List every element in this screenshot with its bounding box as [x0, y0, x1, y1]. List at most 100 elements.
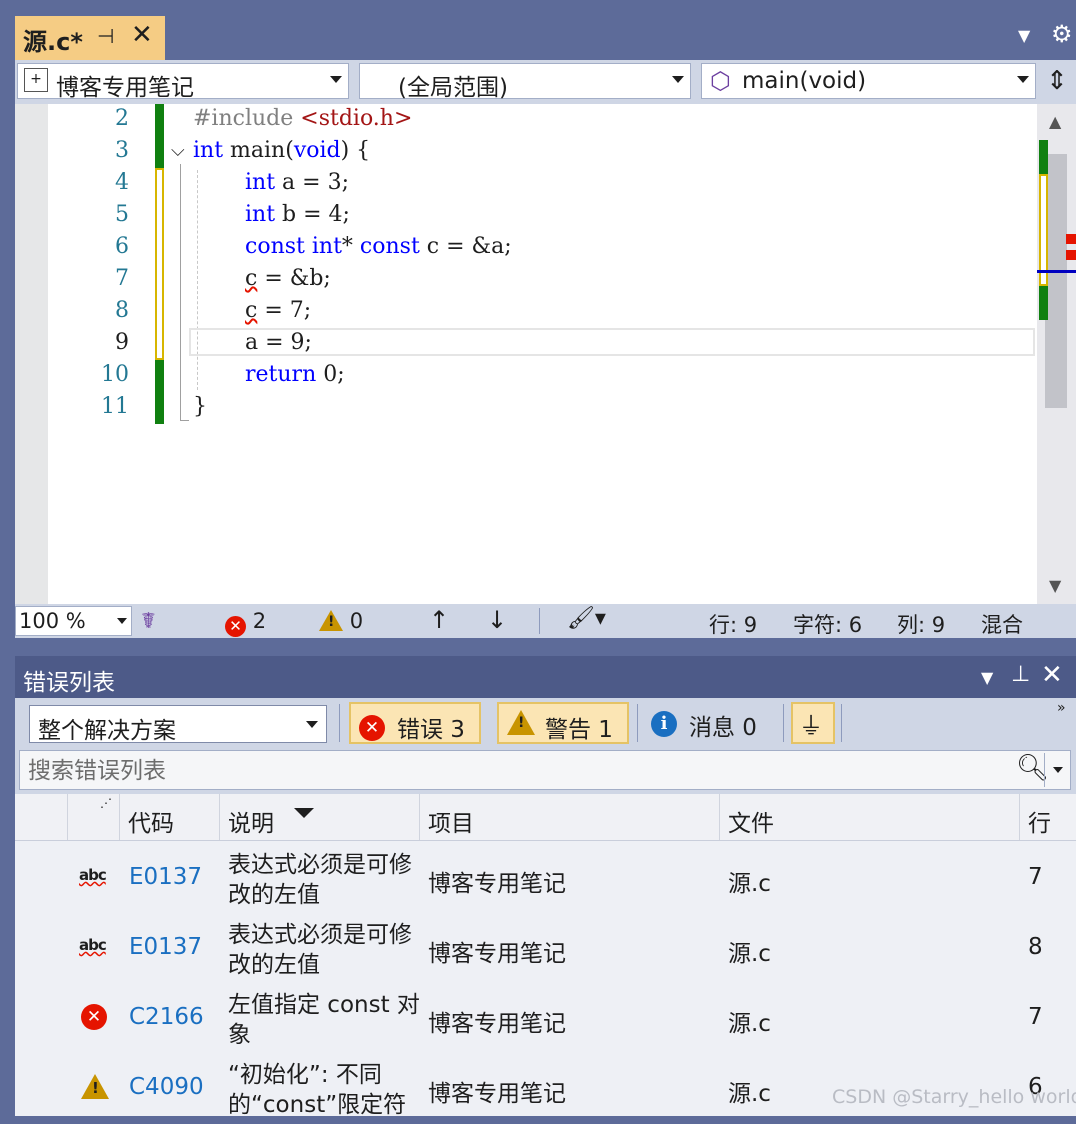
line-number: 6	[115, 234, 129, 259]
error-code-link[interactable]: E0137	[129, 934, 202, 960]
chevron-down-icon	[306, 721, 318, 728]
separator	[783, 704, 784, 742]
warnings-filter-label: 警告 1	[545, 717, 613, 743]
vertical-scrollbar[interactable]: ▲ ▼	[1037, 104, 1076, 604]
line-number: 4	[115, 170, 129, 195]
error-squiggle-token: c	[245, 298, 258, 323]
code-token: *	[341, 234, 360, 259]
cube-icon: ⬡	[710, 67, 731, 95]
tab-dropdown-icon[interactable]: ▼	[1018, 26, 1030, 45]
next-issue-arrow-icon[interactable]: ↓	[487, 606, 507, 634]
error-project: 博客专用笔记	[428, 871, 566, 897]
error-code-link[interactable]: C4090	[129, 1074, 204, 1100]
preprocessor-token: #include	[193, 106, 301, 131]
header-file-column[interactable]: 文件	[719, 794, 1019, 840]
header-line-column[interactable]: 行	[1019, 794, 1076, 840]
scroll-up-icon[interactable]: ▲	[1049, 112, 1061, 131]
project-combo-value: 博客专用笔记	[56, 75, 194, 101]
warnings-filter-button[interactable]: ! 警告 1	[497, 702, 629, 744]
line-number: 8	[115, 298, 129, 323]
error-list-title: 错误列表	[23, 670, 115, 696]
split-window-icon[interactable]: ⇕	[1043, 66, 1071, 98]
line-number: 5	[115, 202, 129, 227]
error-description: “初始化”: 不同的“const”限定符	[228, 1062, 407, 1118]
code-line: return 0;	[245, 362, 345, 387]
error-list-search-box: 🔍︎	[19, 750, 1071, 790]
code-token: 0;	[316, 362, 345, 387]
scope-combo[interactable]: (全局范围)	[359, 63, 691, 101]
document-tab-source-c[interactable]: 源.c* ⊣ ✕	[15, 16, 165, 60]
warning-count-indicator[interactable]: ! 0	[319, 609, 363, 633]
search-input[interactable]	[26, 755, 1010, 787]
error-code-link[interactable]: C2166	[129, 1004, 204, 1030]
header-project-column[interactable]: 项目	[419, 794, 719, 840]
member-combo[interactable]: ⬡ main(void)	[701, 63, 1036, 99]
zoom-value: 100 %	[19, 609, 86, 633]
error-scope-combo[interactable]: 整个解决方案	[29, 705, 327, 744]
close-icon[interactable]: ✕	[131, 20, 153, 50]
warning-icon: !	[81, 1074, 109, 1099]
line-number: 10	[101, 362, 129, 387]
code-cleanup-brush-icon[interactable]: 🖌▾	[567, 606, 606, 631]
line-ending-mode[interactable]: 混合	[981, 609, 1023, 639]
error-count: 2	[252, 609, 267, 633]
sort-descending-icon	[294, 808, 314, 818]
error-file: 源.c	[728, 1081, 771, 1107]
code-token: c = &a;	[419, 234, 512, 259]
error-project: 博客专用笔记	[428, 941, 566, 967]
header-description-column[interactable]: 说明	[219, 794, 419, 840]
close-icon[interactable]: ✕	[1041, 660, 1063, 690]
scope-combo-value: (全局范围)	[398, 75, 508, 101]
line-number: 3	[115, 138, 129, 163]
keyword-token: const	[245, 234, 305, 259]
warning-icon: !	[319, 610, 343, 631]
window-menu-icon[interactable]: ▼	[981, 668, 993, 687]
scrollbar-thumb[interactable]	[1045, 154, 1067, 408]
code-line: const int* const c = &a;	[245, 234, 512, 259]
code-line: c = 7;	[245, 298, 311, 323]
previous-issue-arrow-icon[interactable]: ↑	[429, 606, 449, 634]
toolbar-overflow-icon[interactable]: »	[1057, 700, 1066, 716]
fold-chevron-icon[interactable]: ⌵	[171, 140, 185, 161]
keyword-token: int	[245, 170, 276, 195]
table-row[interactable]: abc E0137 表达式必须是可修改的左值 博客专用笔记 源.c 8	[15, 914, 1076, 984]
error-list-grid: ⋰ 代码 说明 项目 文件 行 abc E0137 表达式必须是可修改的左值 博…	[15, 794, 1076, 1118]
current-line-highlight	[189, 328, 1035, 356]
editor-status-bar: 100 % ☤ ✕ 2 ! 0 ↑ ↓ 🖌▾ 行: 9 字符: 6 列: 9 混…	[15, 604, 1076, 638]
project-combo[interactable]: + 博客专用笔记	[17, 63, 349, 101]
error-description: 左值指定 const 对象	[228, 992, 420, 1048]
error-code-link[interactable]: E0137	[129, 864, 202, 890]
intellicode-icon[interactable]: ☤	[141, 609, 156, 634]
gear-icon[interactable]: ⚙	[1051, 20, 1073, 48]
header-label: 代码	[128, 811, 174, 837]
header-label: 说明	[228, 811, 274, 837]
grid-header: ⋰ 代码 说明 项目 文件 行	[15, 794, 1076, 841]
search-options-dropdown[interactable]	[1044, 753, 1071, 787]
error-list-title-bar: 错误列表 ▼ ⊥ ✕	[15, 656, 1076, 698]
code-editor[interactable]: 2 3 4 5 6 7 8 9 10 11 ⌵ #include <stdio.…	[15, 104, 1076, 604]
header-code-column[interactable]: 代码	[119, 794, 219, 840]
table-row[interactable]: abc E0137 表达式必须是可修改的左值 博客专用笔记 源.c 7	[15, 844, 1076, 914]
watermark: CSDN @Starry_hello world	[832, 1086, 1076, 1108]
error-line: 7	[1028, 1004, 1043, 1030]
map-caret-marker	[1037, 270, 1076, 273]
error-line: 7	[1028, 864, 1043, 890]
header-label: 文件	[728, 811, 774, 837]
pin-icon[interactable]: ⊣	[97, 24, 114, 48]
panel-splitter[interactable]	[0, 638, 1076, 656]
error-count-indicator[interactable]: ✕ 2	[225, 609, 266, 637]
member-combo-value: main(void)	[742, 68, 867, 94]
errors-filter-button[interactable]: ✕ 错误 3	[349, 702, 481, 744]
filter-button[interactable]: ⏚	[791, 702, 835, 744]
map-change-marker	[1039, 286, 1048, 320]
messages-filter-button[interactable]: i 消息 0	[647, 702, 779, 744]
zoom-combo[interactable]: 100 %	[15, 606, 132, 636]
change-marker-unsaved	[155, 168, 164, 360]
cursor-row: 行: 9	[709, 613, 758, 637]
table-row[interactable]: ✕ C2166 左值指定 const 对象 博客专用笔记 源.c 7	[15, 984, 1076, 1054]
header-category-column[interactable]: ⋰	[67, 794, 119, 840]
code-token: = 7;	[257, 298, 312, 323]
code-line: int b = 4;	[245, 202, 350, 227]
pin-icon[interactable]: ⊥	[1011, 662, 1030, 687]
scroll-down-icon[interactable]: ▼	[1049, 576, 1061, 595]
